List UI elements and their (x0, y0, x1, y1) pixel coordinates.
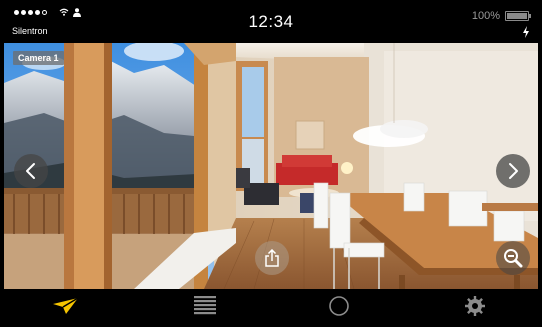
battery-percent: 100% (471, 10, 500, 22)
tab-bar (4, 289, 538, 323)
status-bar: Silentron 12:34 100% (4, 4, 538, 42)
chevron-left-icon (26, 163, 35, 179)
tab-record[interactable] (309, 289, 369, 323)
clock: 12:34 (248, 12, 294, 31)
gear-icon (465, 296, 485, 316)
app-frame: Silentron 12:34 100% Camera 1 (0, 0, 542, 327)
share-icon (265, 249, 279, 267)
zoom-out-button[interactable] (496, 241, 530, 275)
share-button[interactable] (255, 241, 289, 275)
charging-icon (523, 26, 529, 38)
next-camera-button[interactable] (496, 154, 530, 188)
camera-label: Camera 1 (13, 51, 64, 65)
tab-send[interactable] (36, 289, 96, 323)
camera-view[interactable]: Camera 1 (4, 43, 538, 289)
send-icon (53, 297, 79, 314)
circle-icon (329, 296, 349, 316)
zoom-out-icon (504, 249, 523, 268)
battery-fill (507, 13, 527, 19)
previous-camera-button[interactable] (14, 154, 48, 188)
tab-list[interactable] (175, 289, 235, 323)
chevron-right-icon (509, 163, 518, 179)
list-icon (194, 296, 216, 315)
battery-icon (505, 11, 531, 21)
tab-settings[interactable] (445, 289, 505, 323)
